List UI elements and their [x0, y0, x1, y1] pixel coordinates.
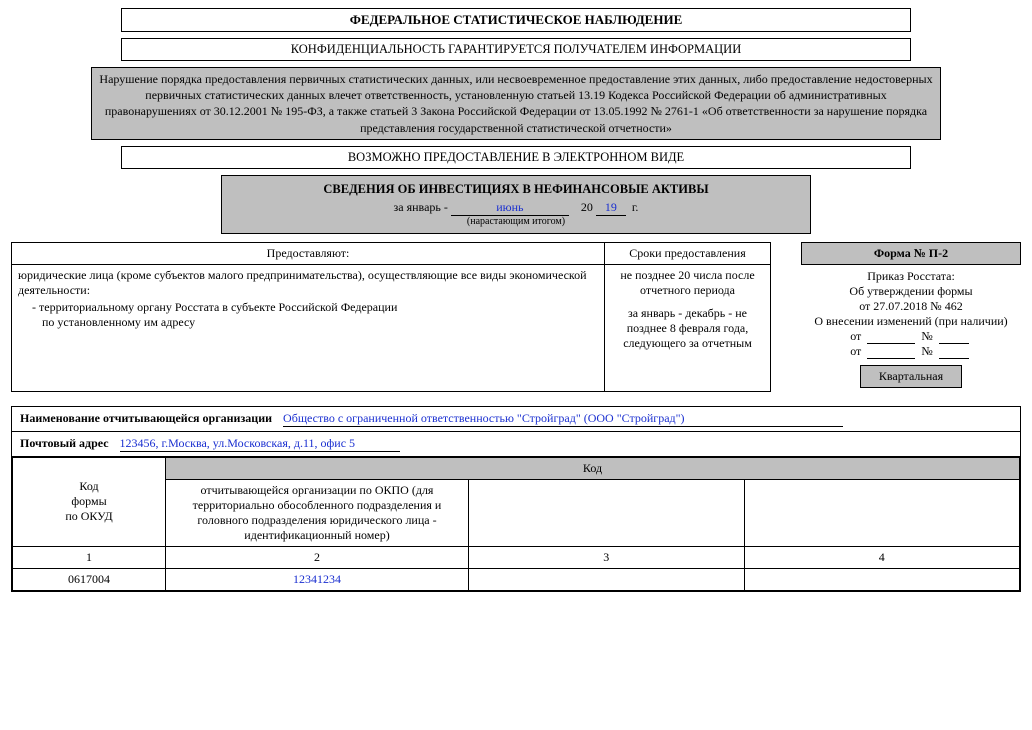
main-title: ФЕДЕРАЛЬНОЕ СТАТИСТИЧЕСКОЕ НАБЛЮДЕНИЕ [121, 8, 911, 32]
okpo-desc: отчитывающейся организации по ОКПО (для … [166, 479, 469, 546]
order-line-1: Приказ Росстата: [801, 269, 1021, 284]
from-date-2[interactable] [867, 346, 915, 359]
okud-l3: по ОКУД [19, 509, 159, 524]
order-line-4: О внесении изменений (при наличии) [801, 314, 1021, 329]
period-month-input[interactable]: июнь [451, 200, 569, 216]
provide-header: Предоставляют: [12, 242, 605, 264]
num-label-1: № [921, 329, 932, 343]
okpo-value[interactable]: 12341234 [166, 568, 469, 590]
from-date-1[interactable] [867, 331, 915, 344]
year-end: г. [632, 200, 639, 214]
org-name-label: Наименование отчитывающейся организации [20, 411, 272, 425]
period-prefix: за январь - [394, 200, 451, 214]
from-label-2: от [850, 344, 861, 358]
code-col3 [469, 479, 745, 546]
deadline-2: за январь - декабрь - не позднее 8 февра… [611, 306, 764, 351]
from-label-1: от [850, 329, 861, 343]
periodicity-box: Квартальная [860, 365, 962, 388]
colnum-2: 2 [166, 546, 469, 568]
deadline-header: Сроки предоставления [605, 242, 771, 264]
from-num-2[interactable] [939, 346, 969, 359]
electronic-note: ВОЗМОЖНО ПРЕДОСТАВЛЕНИЕ В ЭЛЕКТРОННОМ ВИ… [121, 146, 911, 169]
provide-who-1: юридические лица (кроме субъектов малого… [18, 268, 598, 298]
cumulative-note: (нарастающим итогом) [230, 216, 802, 227]
form-number-box: Форма № П-2 [801, 242, 1021, 265]
code-col4 [744, 479, 1020, 546]
provide-who-2: - территориальному органу Росстата в суб… [18, 300, 598, 315]
org-addr-label: Почтовый адрес [20, 436, 109, 450]
colnum-1: 1 [13, 546, 166, 568]
okud-l1: Код [19, 479, 159, 494]
provide-who-3: по установленному им адресу [18, 315, 598, 330]
legal-notice: Нарушение порядка предоставления первичн… [91, 67, 941, 140]
order-line-2: Об утверждении формы [801, 284, 1021, 299]
org-addr-input[interactable]: 123456, г.Москва, ул.Московская, д.11, о… [120, 436, 400, 452]
provide-table: Предоставляют: Сроки предоставления юрид… [11, 242, 771, 392]
from-num-1[interactable] [939, 331, 969, 344]
year-prefix: 20 [581, 200, 593, 214]
org-block: Наименование отчитывающейся организации … [11, 406, 1021, 592]
form-info: Форма № П-2 Приказ Росстата: Об утвержде… [801, 242, 1021, 388]
colnum-3: 3 [469, 546, 745, 568]
codes-table: Код формы по ОКУД Код отчитывающейся орг… [12, 457, 1020, 591]
colnum-4: 4 [744, 546, 1020, 568]
confidentiality-box: КОНФИДЕНЦИАЛЬНОСТЬ ГАРАНТИРУЕТСЯ ПОЛУЧАТ… [121, 38, 911, 61]
code-val-4[interactable] [744, 568, 1020, 590]
period-year-input[interactable]: 19 [596, 200, 626, 216]
report-title: СВЕДЕНИЯ ОБ ИНВЕСТИЦИЯХ В НЕФИНАНСОВЫЕ А… [230, 182, 802, 197]
org-name-input[interactable]: Общество с ограниченной ответственностью… [283, 411, 843, 427]
code-header: Код [166, 457, 1020, 479]
order-line-3: от 27.07.2018 № 462 [801, 299, 1021, 314]
deadline-1: не позднее 20 числа после отчетного пери… [611, 268, 764, 298]
num-label-2: № [921, 344, 932, 358]
period-block: СВЕДЕНИЯ ОБ ИНВЕСТИЦИЯХ В НЕФИНАНСОВЫЕ А… [221, 175, 811, 234]
code-val-3[interactable] [469, 568, 745, 590]
okud-value: 0617004 [13, 568, 166, 590]
okud-l2: формы [19, 494, 159, 509]
